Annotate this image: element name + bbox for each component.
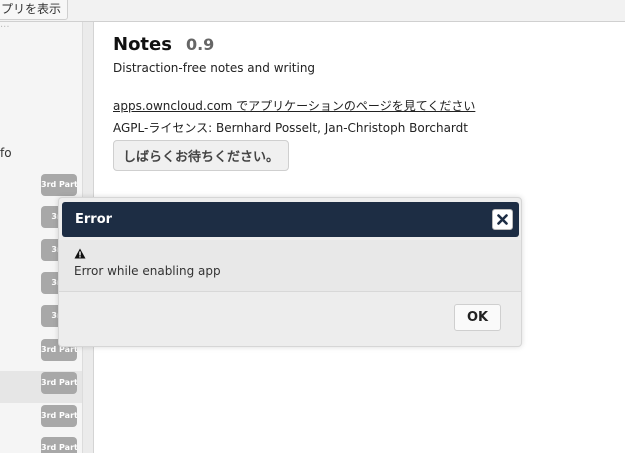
show-apps-button[interactable]: プリを表示 xyxy=(0,0,69,20)
top-bar: プリを表示 xyxy=(0,0,625,22)
third-party-badge: 3rd Party xyxy=(41,174,77,196)
dialog-body: Error while enabling app xyxy=(59,240,521,292)
dialog-titlebar[interactable]: Error xyxy=(62,202,519,237)
dialog-title: Error xyxy=(75,212,113,227)
error-dialog: Error Error while enabling app OK xyxy=(58,197,522,347)
third-party-badge: 3rd Party xyxy=(41,372,77,394)
sidebar-item-partial[interactable]: fo xyxy=(0,146,12,160)
app-details: Notes 0.9 Distraction-free notes and writ… xyxy=(113,34,613,171)
app-version: 0.9 xyxy=(185,35,215,54)
close-icon[interactable] xyxy=(492,209,513,230)
app-heading: Notes 0.9 xyxy=(113,34,613,55)
please-wait-button[interactable]: しばらくお待ちください。 xyxy=(113,140,290,171)
app-title: Notes xyxy=(113,34,172,55)
ok-button[interactable]: OK xyxy=(454,304,501,331)
dialog-message: Error while enabling app xyxy=(74,264,221,278)
app-store-link[interactable]: apps.owncloud.com でアプリケーションのページを見てください xyxy=(113,97,475,114)
third-party-badge: 3rd Party xyxy=(41,437,77,453)
app-license: AGPL-ライセンス: Bernhard Posselt, Jan-Christ… xyxy=(113,121,468,135)
third-party-badge: 3rd Party xyxy=(41,405,77,427)
app-description: Distraction-free notes and writing xyxy=(113,61,316,75)
warning-icon xyxy=(74,244,86,263)
sidebar-faded-text: ··· xyxy=(0,22,10,33)
